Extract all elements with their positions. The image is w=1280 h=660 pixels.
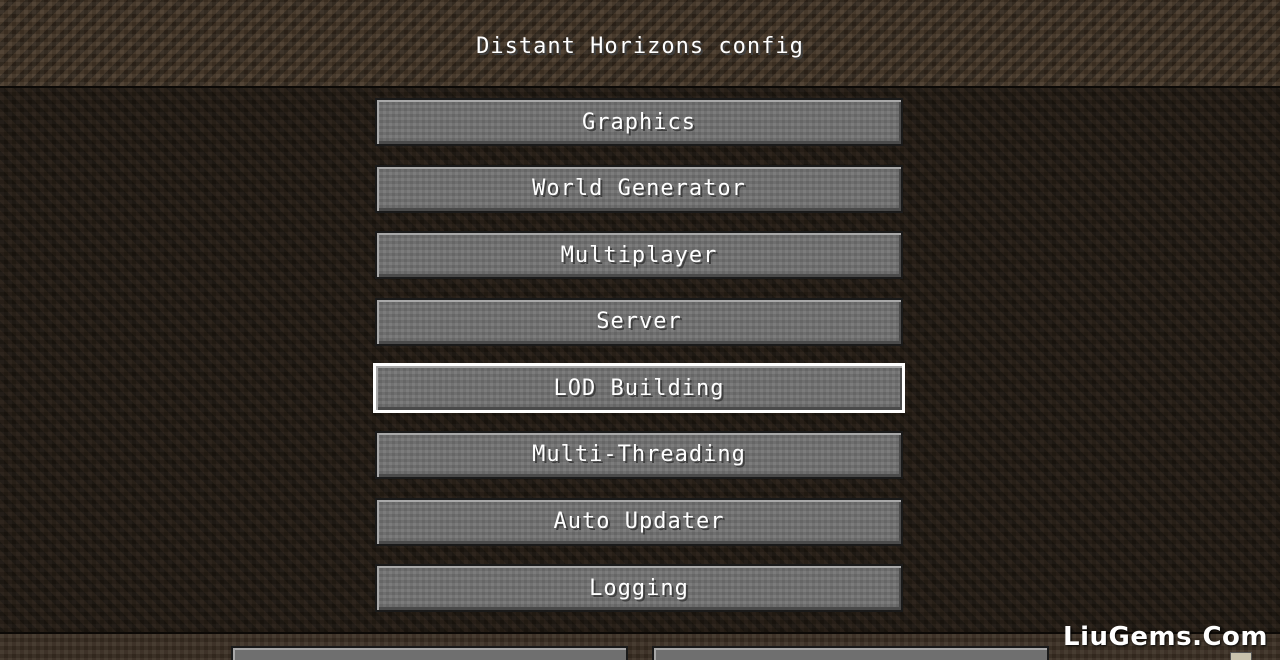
watermark-text: LiuGems.Com bbox=[1063, 622, 1268, 652]
button-label: Server bbox=[596, 309, 682, 335]
auto-updater-button[interactable]: Auto Updater bbox=[375, 497, 903, 546]
config-screen: Distant Horizons config Graphics World G… bbox=[0, 0, 1280, 660]
multiplayer-button[interactable]: Multiplayer bbox=[375, 231, 903, 280]
multi-threading-button[interactable]: Multi-Threading bbox=[375, 430, 903, 479]
button-label: Multi-Threading bbox=[532, 442, 746, 468]
button-label: LOD Building bbox=[553, 375, 725, 401]
button-label: Multiplayer bbox=[560, 242, 718, 268]
button-label: Graphics bbox=[582, 109, 696, 135]
corner-icon bbox=[1230, 652, 1252, 660]
button-label: Auto Updater bbox=[553, 509, 725, 535]
logging-button[interactable]: Logging bbox=[375, 564, 903, 613]
server-button[interactable]: Server bbox=[375, 297, 903, 346]
config-menu: Graphics World Generator Multiplayer Ser… bbox=[373, 98, 905, 631]
button-label: World Generator bbox=[532, 176, 746, 202]
screen-title: Distant Horizons config bbox=[476, 34, 804, 59]
footer-left-button[interactable] bbox=[231, 646, 628, 660]
button-label: Logging bbox=[589, 575, 689, 601]
footer-right-button[interactable] bbox=[652, 646, 1049, 660]
world-generator-button[interactable]: World Generator bbox=[375, 164, 903, 213]
lod-building-button[interactable]: LOD Building bbox=[373, 363, 905, 414]
graphics-button[interactable]: Graphics bbox=[375, 98, 903, 146]
